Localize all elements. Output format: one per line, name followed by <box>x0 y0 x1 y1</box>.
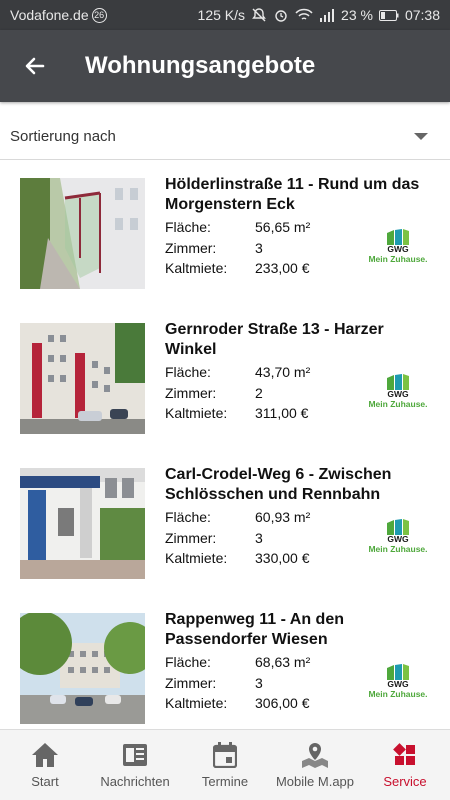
area-label: Fläche: <box>165 219 211 235</box>
listing-photo <box>20 468 145 579</box>
rent-label: Kaltmiete: <box>165 260 228 276</box>
sort-dropdown[interactable]: Sortierung nach <box>0 114 450 160</box>
tab-label: Service <box>383 774 427 789</box>
listing-attributes: Fläche: 68,63 m² Zimmer: 3 Kaltmiete: 306,0… <box>165 652 310 714</box>
gwg-logo: GWG Mein Zuhause. <box>368 229 428 269</box>
gwg-logo: GWG Mein Zuhause. <box>368 519 428 559</box>
arrow-left-icon <box>25 57 45 75</box>
rent-value: 233,00 € <box>255 260 310 276</box>
tab-label: Nachrichten <box>100 774 170 789</box>
tab-start[interactable]: Start <box>0 730 90 800</box>
rent-value: 306,00 € <box>255 695 310 711</box>
bottom-navigation: Start Nachrichten Termine Mobile M.app S… <box>0 729 450 800</box>
listing-list[interactable]: Hölderlinstraße 11 - Rund um das Morgens… <box>0 161 450 729</box>
map-pin-icon <box>300 740 330 770</box>
rooms-value: 3 <box>255 529 263 546</box>
sort-label: Sortierung nach <box>10 128 116 145</box>
area-value: 68,63 m² <box>255 654 311 670</box>
network-speed: 125 K/s <box>197 7 246 23</box>
listing-card[interactable]: Rappenweg 11 - An den Passendorfer Wiese… <box>0 596 450 729</box>
area-value: 56,65 m² <box>255 219 311 235</box>
gwg-logo: GWG Mein Zuhause. <box>368 664 428 704</box>
rooms-label: Zimmer: <box>165 384 217 401</box>
area-label: Fläche: <box>165 364 211 380</box>
calendar-icon <box>210 740 240 770</box>
tab-nachrichten[interactable]: Nachrichten <box>90 730 180 800</box>
logo-brand: GWG <box>387 534 409 544</box>
tab-label: Termine <box>201 774 249 789</box>
tab-termine[interactable]: Termine <box>180 730 270 800</box>
rooms-label: Zimmer: <box>165 674 217 691</box>
app-bar: Wohnungsangebote <box>0 30 450 102</box>
wifi-icon <box>295 8 313 22</box>
listing-title: Rappenweg 11 - An den Passendorfer Wiese… <box>165 611 344 648</box>
rooms-value: 2 <box>255 384 263 401</box>
rent-value: 311,00 € <box>255 405 309 421</box>
battery-icon <box>378 9 399 21</box>
tab-mobile-mapp[interactable]: Mobile M.app <box>270 730 360 800</box>
area-label: Fläche: <box>165 509 211 525</box>
battery-level: 23 % <box>341 7 373 23</box>
mute-icon <box>251 7 267 23</box>
logo-slogan: Mein Zuhause. <box>368 399 428 409</box>
listing-title: Carl-Crodel-Weg 6 - Zwischen Schlösschen… <box>165 466 392 503</box>
service-icon <box>390 740 420 770</box>
rent-label: Kaltmiete: <box>165 405 228 421</box>
page-title: Wohnungsangebote <box>85 52 316 79</box>
carrier-badge: 26 <box>91 7 107 23</box>
listing-title: Gernroder Straße 13 - Harzer Winkel <box>165 321 384 358</box>
chevron-down-icon <box>414 133 428 140</box>
logo-slogan: Mein Zuhause. <box>368 254 428 264</box>
home-icon <box>30 740 60 770</box>
alarm-icon <box>273 7 289 23</box>
listing-photo <box>20 323 145 434</box>
rent-label: Kaltmiete: <box>165 695 228 711</box>
gwg-logo: GWG Mein Zuhause. <box>368 374 428 414</box>
listing-attributes: Fläche: 60,93 m² Zimmer: 3 Kaltmiete: 330,0… <box>165 507 310 569</box>
area-value: 60,93 m² <box>255 509 311 525</box>
logo-brand: GWG <box>387 389 409 399</box>
status-bar: Vodafone.de 26 125 K/s 23 % 07:38 <box>0 0 450 30</box>
listing-card[interactable]: Gernroder Straße 13 - Harzer Winkel Fläc… <box>0 306 450 451</box>
rent-value: 330,00 € <box>255 550 310 566</box>
listing-attributes: Fläche: 43,70 m² Zimmer: 2 Kaltmiete: 311,0… <box>165 362 310 424</box>
listing-card[interactable]: Hölderlinstraße 11 - Rund um das Morgens… <box>0 161 450 306</box>
area-label: Fläche: <box>165 654 211 670</box>
signal-icon <box>319 8 335 22</box>
rooms-value: 3 <box>255 239 263 256</box>
listing-photo <box>20 178 145 289</box>
tab-service[interactable]: Service <box>360 730 450 800</box>
logo-slogan: Mein Zuhause. <box>368 689 428 699</box>
rooms-label: Zimmer: <box>165 529 217 546</box>
tab-label: Start <box>31 774 59 789</box>
listing-photo <box>20 613 145 724</box>
tab-label: Mobile M.app <box>275 774 355 789</box>
area-value: 43,70 m² <box>255 364 311 380</box>
listing-attributes: Fläche: 56,65 m² Zimmer: 3 Kaltmiete: 233,0… <box>165 217 310 279</box>
back-button[interactable] <box>15 46 55 86</box>
carrier-name: Vodafone.de <box>10 7 89 23</box>
logo-brand: GWG <box>387 679 409 689</box>
rooms-value: 3 <box>255 674 263 691</box>
newspaper-icon <box>120 740 150 770</box>
listing-title: Hölderlinstraße 11 - Rund um das Morgens… <box>165 176 420 213</box>
rent-label: Kaltmiete: <box>165 550 228 566</box>
logo-slogan: Mein Zuhause. <box>368 544 428 554</box>
logo-brand: GWG <box>387 244 409 254</box>
listing-card[interactable]: Carl-Crodel-Weg 6 - Zwischen Schlösschen… <box>0 451 450 596</box>
rooms-label: Zimmer: <box>165 239 217 256</box>
clock: 07:38 <box>404 7 440 23</box>
